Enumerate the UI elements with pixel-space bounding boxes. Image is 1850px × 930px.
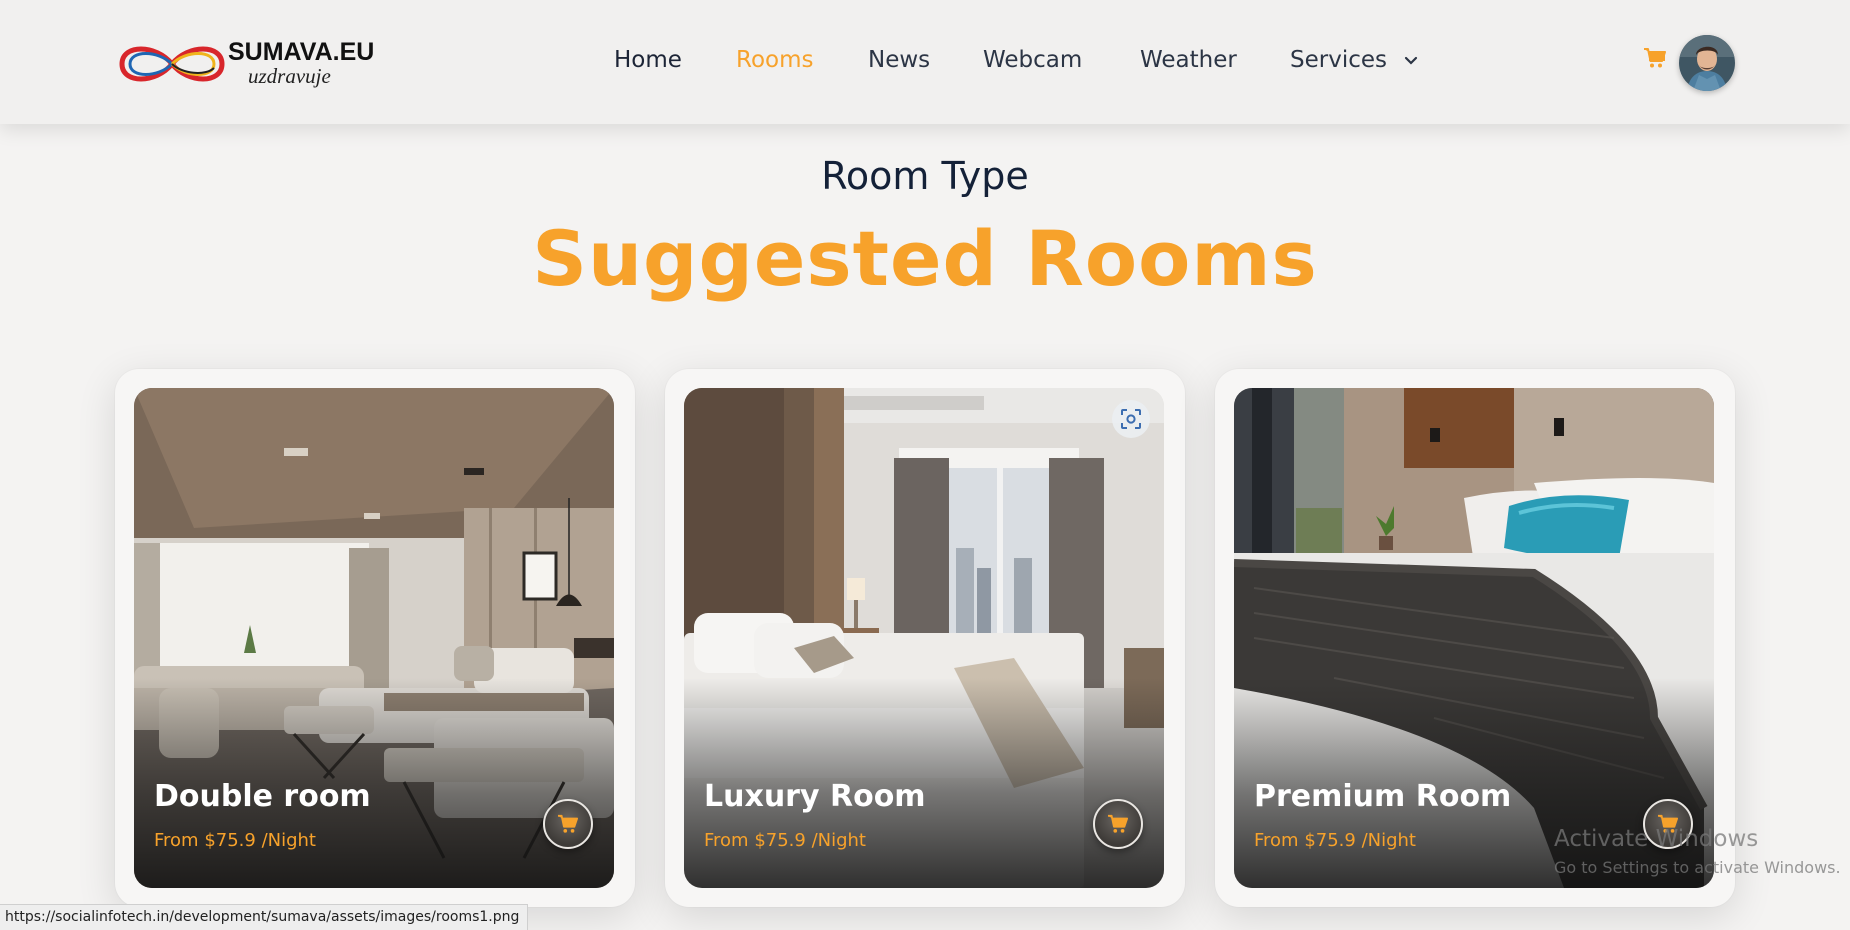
nav-webcam[interactable]: Webcam bbox=[983, 47, 1082, 73]
room-card[interactable]: Luxury Room From $75.9 /Night bbox=[665, 369, 1185, 907]
nav-rooms[interactable]: Rooms bbox=[736, 47, 813, 73]
scan-icon bbox=[1121, 409, 1141, 429]
nav-news[interactable]: News bbox=[868, 47, 930, 73]
nav-weather[interactable]: Weather bbox=[1140, 47, 1237, 73]
room-card[interactable]: Double room From $75.9 /Night bbox=[115, 369, 635, 907]
section-title: Suggested Rooms bbox=[532, 214, 1318, 303]
brand-logo[interactable]: SUMAVA.EU uzdravuje bbox=[116, 36, 376, 90]
room-name: Premium Room bbox=[1254, 779, 1512, 814]
brand-name: SUMAVA.EU bbox=[228, 38, 375, 66]
infinity-logo-icon bbox=[119, 46, 225, 82]
nav-home[interactable]: Home bbox=[614, 47, 682, 73]
cart-icon bbox=[1108, 814, 1128, 833]
room-card-image: Double room From $75.9 /Night bbox=[134, 388, 614, 888]
room-price: From $75.9 /Night bbox=[704, 830, 866, 851]
brand-tagline: uzdravuje bbox=[248, 64, 331, 88]
visual-search-button[interactable] bbox=[1112, 400, 1150, 438]
activate-subtitle: Go to Settings to activate Windows. bbox=[1554, 858, 1841, 877]
activate-title: Activate Windows bbox=[1554, 826, 1759, 852]
chevron-down-icon bbox=[1405, 56, 1418, 65]
status-bar-url: https://socialinfotech.in/development/su… bbox=[0, 904, 529, 930]
room-price: From $75.9 /Night bbox=[154, 830, 316, 851]
site-header: SUMAVA.EU uzdravuje Home Rooms News Webc… bbox=[0, 0, 1850, 124]
room-card-image: Premium Room From $75.9 /Night bbox=[1234, 388, 1714, 888]
nav-services-label: Services bbox=[1290, 47, 1387, 73]
section-eyebrow: Room Type bbox=[821, 154, 1029, 198]
activate-windows-watermark: Activate Windows Go to Settings to activ… bbox=[1554, 826, 1841, 877]
avatar-photo bbox=[1679, 35, 1735, 91]
cart-icon bbox=[558, 814, 578, 833]
cart-icon[interactable] bbox=[1643, 47, 1667, 69]
room-price: From $75.9 /Night bbox=[1254, 830, 1416, 851]
add-to-cart-button[interactable] bbox=[1093, 799, 1143, 849]
user-avatar[interactable] bbox=[1679, 35, 1735, 91]
nav-services[interactable]: Services bbox=[1290, 47, 1418, 73]
room-name: Luxury Room bbox=[704, 779, 926, 814]
room-card-image: Luxury Room From $75.9 /Night bbox=[684, 388, 1164, 888]
add-to-cart-button[interactable] bbox=[543, 799, 593, 849]
room-name: Double room bbox=[154, 779, 371, 814]
